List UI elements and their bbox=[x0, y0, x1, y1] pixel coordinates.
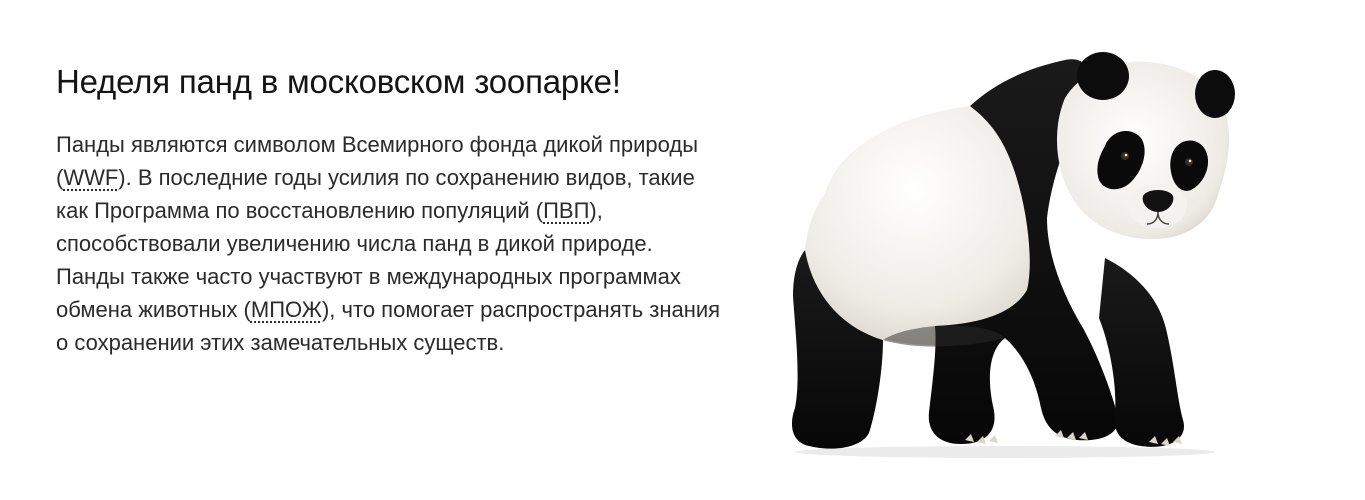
panda-eye-left-highlight bbox=[1124, 153, 1128, 157]
panda-ground-shadow bbox=[795, 446, 1215, 458]
article-paragraph: Панды являются символом Всемирного фонда… bbox=[56, 128, 721, 359]
panda-image bbox=[791, 52, 1235, 458]
panda-eye-right bbox=[1185, 158, 1193, 166]
panda-eye-right-highlight bbox=[1188, 159, 1192, 163]
abbr-wwf[interactable]: WWF bbox=[63, 165, 118, 190]
page-title: Неделя панд в московском зоопарке! bbox=[56, 63, 621, 100]
abbr-pvp[interactable]: ПВП bbox=[543, 198, 589, 223]
panda-ear-left bbox=[1077, 52, 1129, 100]
article: Неделя панд в московском зоопарке! Панды… bbox=[56, 58, 736, 359]
panda-eye-left bbox=[1121, 152, 1129, 160]
abbr-mpozh[interactable]: МПОЖ bbox=[251, 297, 322, 322]
panda-ear-right bbox=[1195, 70, 1235, 118]
